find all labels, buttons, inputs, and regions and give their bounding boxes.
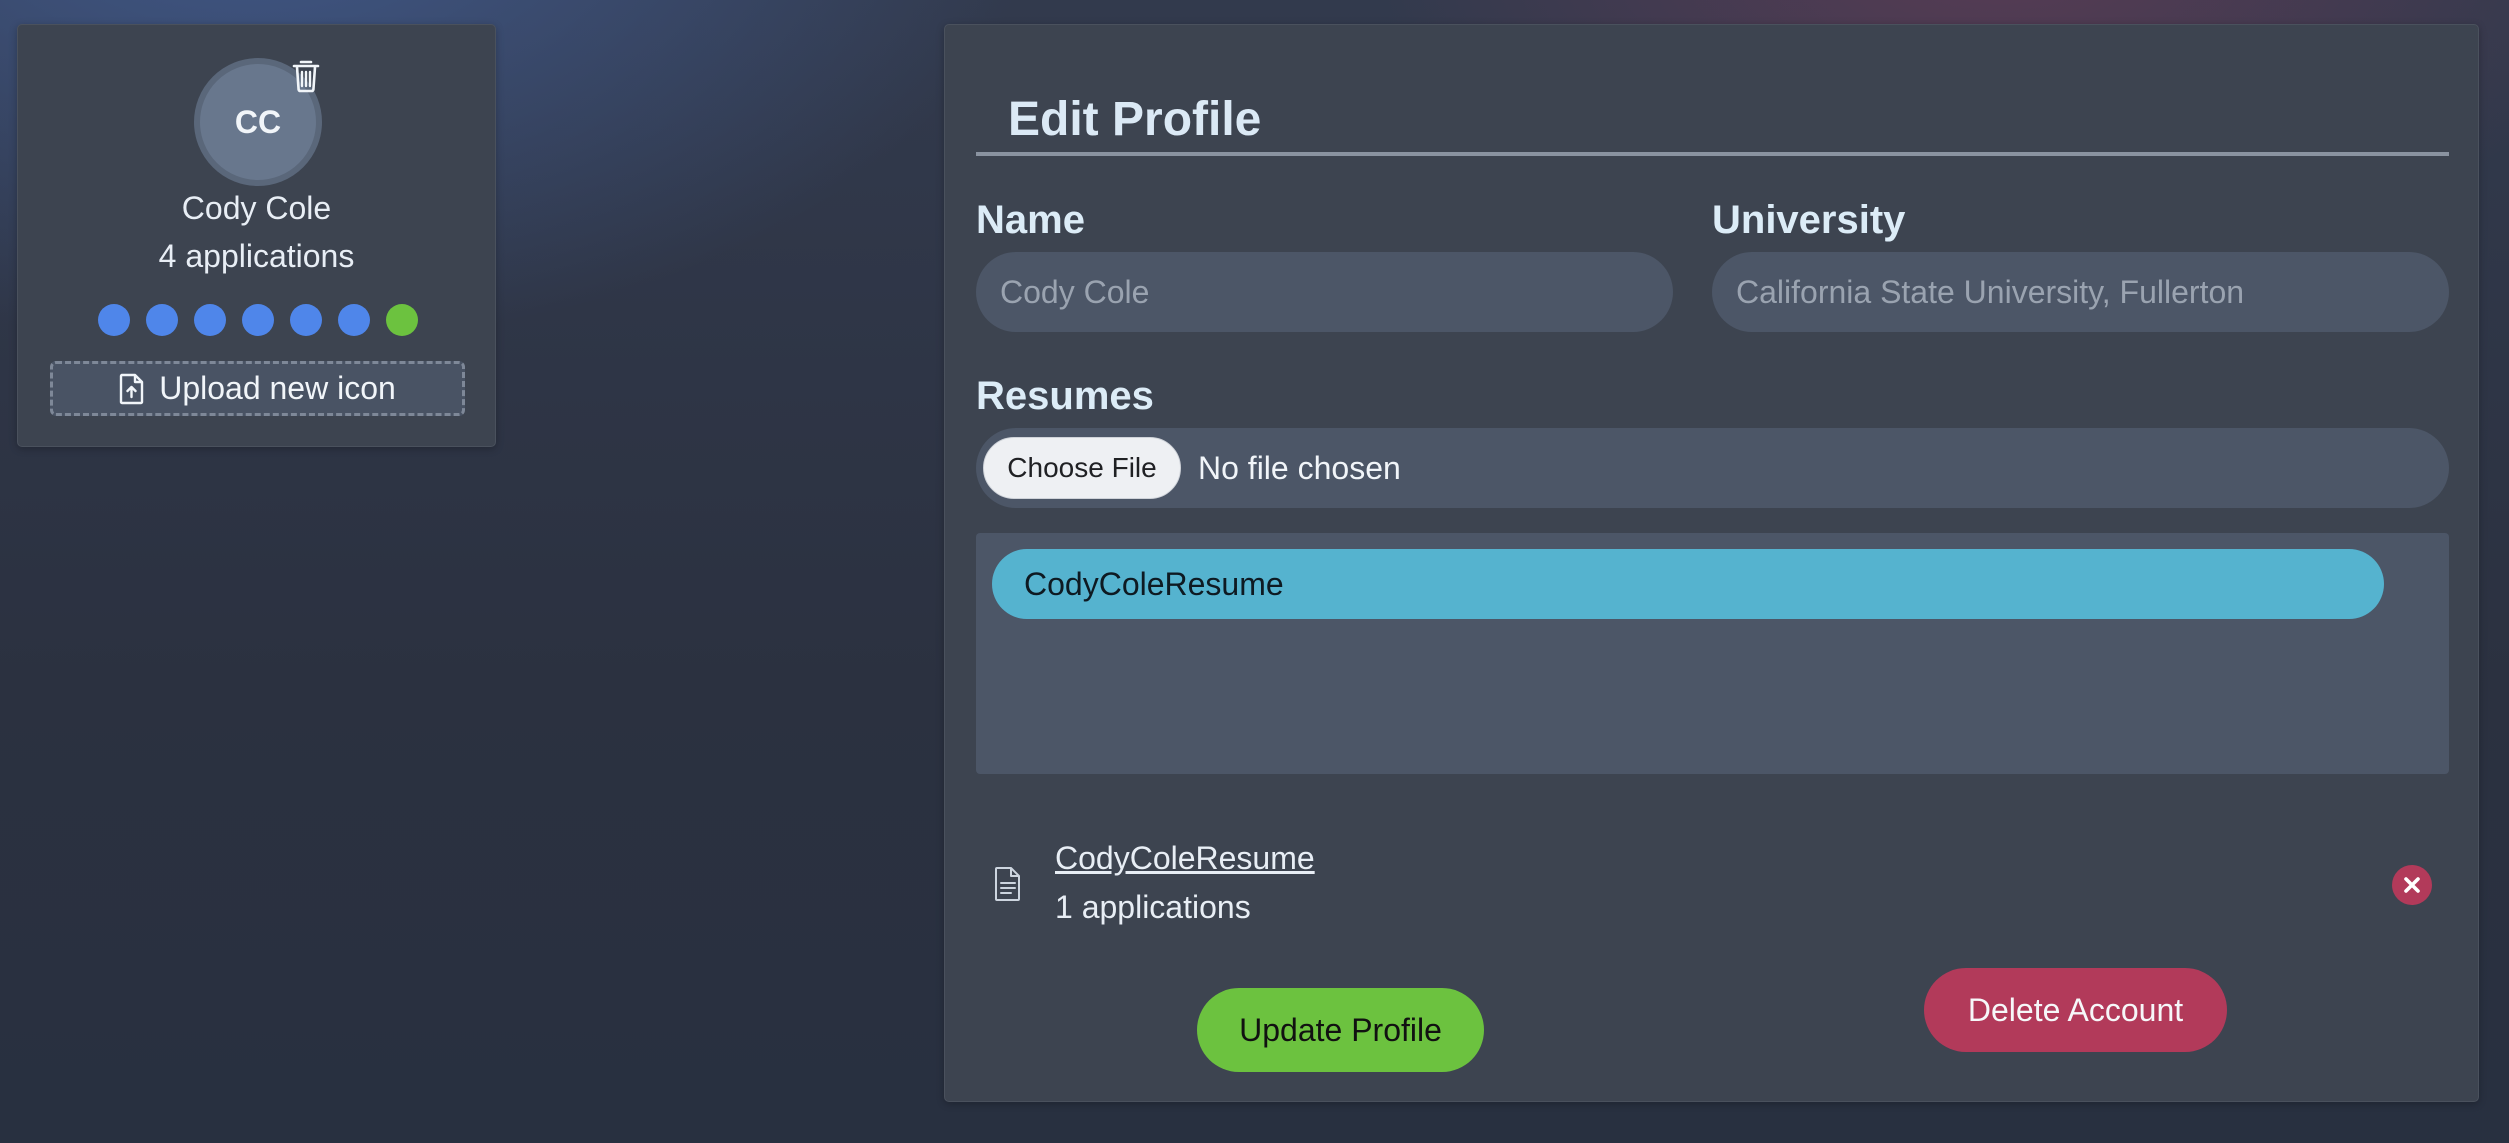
close-icon bbox=[2404, 877, 2420, 893]
name-label: Name bbox=[976, 198, 1085, 242]
delete-account-button[interactable]: Delete Account bbox=[1924, 968, 2227, 1052]
resumes-label: Resumes bbox=[976, 374, 1154, 418]
profile-application-count: 4 applications bbox=[158, 238, 355, 274]
name-input[interactable] bbox=[976, 252, 1673, 332]
update-profile-button[interactable]: Update Profile bbox=[1197, 988, 1484, 1072]
color-swatch[interactable] bbox=[290, 304, 322, 336]
color-swatch[interactable] bbox=[98, 304, 130, 336]
title-divider bbox=[976, 152, 2449, 156]
remove-resume-button[interactable] bbox=[2392, 865, 2432, 905]
resume-application-count: 1 applications bbox=[1055, 889, 1251, 925]
page-title: Edit Profile bbox=[1008, 93, 1262, 146]
avatar-initials: CC bbox=[234, 103, 282, 140]
color-swatch[interactable] bbox=[338, 304, 370, 336]
resume-link[interactable]: CodyColeResume bbox=[1055, 840, 1315, 877]
color-swatch[interactable] bbox=[386, 304, 418, 336]
file-upload-icon bbox=[120, 373, 144, 404]
color-swatch[interactable] bbox=[242, 304, 274, 336]
university-input[interactable] bbox=[1712, 252, 2449, 332]
delete-avatar-button[interactable] bbox=[288, 56, 324, 96]
document-icon bbox=[995, 867, 1020, 901]
upload-icon-button[interactable]: Upload new icon bbox=[50, 361, 465, 416]
color-swatch[interactable] bbox=[194, 304, 226, 336]
trash-icon bbox=[292, 60, 320, 93]
choose-file-button[interactable]: Choose File bbox=[983, 437, 1181, 499]
avatar-color-picker bbox=[98, 304, 418, 336]
edit-profile-panel: Edit Profile Name University Resumes Cho… bbox=[944, 24, 2479, 1102]
color-swatch[interactable] bbox=[146, 304, 178, 336]
resume-list-box: CodyColeResume bbox=[976, 533, 2449, 774]
resume-file-input[interactable]: Choose File No file chosen bbox=[976, 428, 2449, 508]
resume-chip[interactable]: CodyColeResume bbox=[992, 549, 2384, 619]
profile-name: Cody Cole bbox=[181, 190, 332, 226]
university-label: University bbox=[1712, 198, 1906, 242]
upload-icon-label: Upload new icon bbox=[159, 370, 396, 406]
profile-card: CC Cody Cole 4 applications Upload new i… bbox=[17, 24, 496, 447]
file-status: No file chosen bbox=[1198, 449, 1401, 486]
